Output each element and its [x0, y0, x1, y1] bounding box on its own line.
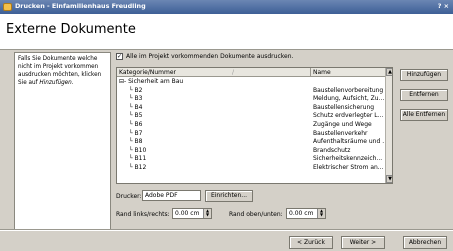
next-button[interactable]: Weiter > — [341, 236, 385, 249]
row-name: Baustellensicherung — [313, 103, 375, 111]
cancel-button[interactable]: Abbrechen — [403, 236, 447, 249]
row-name: Brandschutz — [313, 146, 351, 154]
row-number: └ B5 — [129, 112, 143, 120]
window-controls[interactable]: ? × — [438, 2, 449, 10]
row-number: └ B3 — [129, 95, 143, 103]
table-row[interactable]: └ B3 Meldung, Aufsicht, Zu... — [117, 95, 385, 104]
all-documents-label: Alle im Projekt vorkommenden Dokumente a… — [126, 53, 294, 60]
table-row[interactable]: └ B12 Elektrischer Strom an... — [117, 164, 385, 173]
help-text: Sie auf — [18, 80, 40, 86]
stepper-arrows-icon[interactable]: ▲ ▼ — [203, 209, 211, 218]
table-row[interactable]: └ B11 Sicherheitskennzeich... — [117, 155, 385, 164]
printer-label: Drucker: — [116, 193, 142, 200]
table-row[interactable]: └ B4 Baustellensicherung — [117, 104, 385, 113]
setup-button[interactable]: Einrichten... — [205, 190, 253, 202]
row-number: └ B11 — [129, 155, 147, 163]
margin-lr-stepper[interactable]: 0.00 cm ▲ ▼ — [172, 208, 212, 219]
documents-table[interactable]: Kategorie/Nummer / Name ⊟- Sicherheit am … — [116, 67, 393, 184]
row-name: Baustellenvorbereitung — [313, 86, 384, 94]
stepper-arrows-icon[interactable]: ▲ ▼ — [317, 209, 325, 218]
margin-tb-value: 0.00 cm — [289, 210, 314, 217]
table-header: Kategorie/Nummer / Name — [117, 68, 385, 77]
back-button[interactable]: < Zurück — [289, 236, 333, 249]
margin-lr-label: Rand links/rechts: — [116, 211, 170, 218]
page-title: Externe Dokumente — [6, 22, 136, 37]
row-name: Meldung, Aufsicht, Zu... — [313, 95, 384, 103]
help-emphasis: Hinzufügen. — [39, 80, 74, 86]
margin-tb-label: Rand oben/unten: — [229, 211, 283, 218]
row-number: └ B2 — [129, 86, 143, 94]
help-text-line: Sie auf Hinzufügen. — [18, 79, 107, 87]
sort-indicator-icon: / — [232, 69, 235, 76]
table-scrollbar[interactable]: ▲ ▼ — [385, 68, 392, 183]
tree-group-label: ⊟- Sicherheit am Bau — [119, 78, 184, 85]
row-name: Schutz erdverlegter L... — [313, 112, 384, 120]
help-text-line: Falls Sie Dokumente welche — [18, 56, 98, 62]
table-body: ⊟- Sicherheit am Bau └ B2 Baustellenvorb… — [117, 78, 385, 173]
help-panel: Falls Sie Dokumente welche nicht im Proj… — [14, 52, 111, 232]
column-header-category[interactable]: Kategorie/Nummer / — [119, 69, 234, 76]
all-documents-checkbox[interactable]: ✓ — [116, 53, 123, 60]
margin-tb-stepper[interactable]: 0.00 cm ▲ ▼ — [286, 208, 326, 219]
row-name: Zugänge und Wege — [313, 120, 372, 128]
row-number: └ B6 — [129, 120, 143, 128]
remove-all-button[interactable]: Alle Entfernen — [400, 109, 448, 121]
scroll-down-icon[interactable]: ▼ — [386, 175, 392, 183]
table-row[interactable]: └ B5 Schutz erdverlegter L... — [117, 112, 385, 121]
dialog-footer — [0, 230, 453, 251]
title-bar: Drucken - Einfamilienhaus Freudling ? × — [0, 0, 453, 14]
row-number: └ B7 — [129, 129, 143, 137]
row-name: Aufenthaltsräume und ... — [313, 138, 384, 146]
remove-button[interactable]: Entfernen — [400, 89, 448, 101]
help-text-line: nicht im Projekt vorkommen — [18, 64, 99, 70]
row-number: └ B8 — [129, 138, 143, 146]
scroll-up-icon[interactable]: ▲ — [386, 68, 392, 76]
row-name: Sicherheitskennzeich... — [313, 155, 383, 163]
row-number: └ B12 — [129, 163, 147, 171]
column-header-name[interactable]: Name — [313, 69, 331, 76]
window-title: Drucken - Einfamilienhaus Freudling — [15, 2, 146, 10]
table-row[interactable]: └ B10 Brandschutz — [117, 147, 385, 156]
margin-lr-value: 0.00 cm — [175, 210, 200, 217]
table-row[interactable]: └ B2 Baustellenvorbereitung — [117, 87, 385, 96]
table-row[interactable]: └ B7 Baustellenverkehr — [117, 130, 385, 139]
row-name: Baustellenverkehr — [313, 129, 368, 137]
app-icon — [3, 3, 12, 11]
help-text-line: ausdrucken möchten, klicken — [18, 72, 102, 78]
table-row[interactable]: └ B8 Aufenthaltsräume und ... — [117, 138, 385, 147]
table-row-group[interactable]: ⊟- Sicherheit am Bau — [117, 78, 385, 87]
add-button[interactable]: Hinzufügen — [400, 69, 448, 81]
row-name: Elektrischer Strom an... — [313, 163, 384, 171]
table-row[interactable]: └ B6 Zugänge und Wege — [117, 121, 385, 130]
printer-field[interactable]: Adobe PDF — [142, 190, 201, 201]
column-divider[interactable] — [310, 68, 311, 77]
dialog-header: Externe Dokumente — [0, 14, 453, 50]
